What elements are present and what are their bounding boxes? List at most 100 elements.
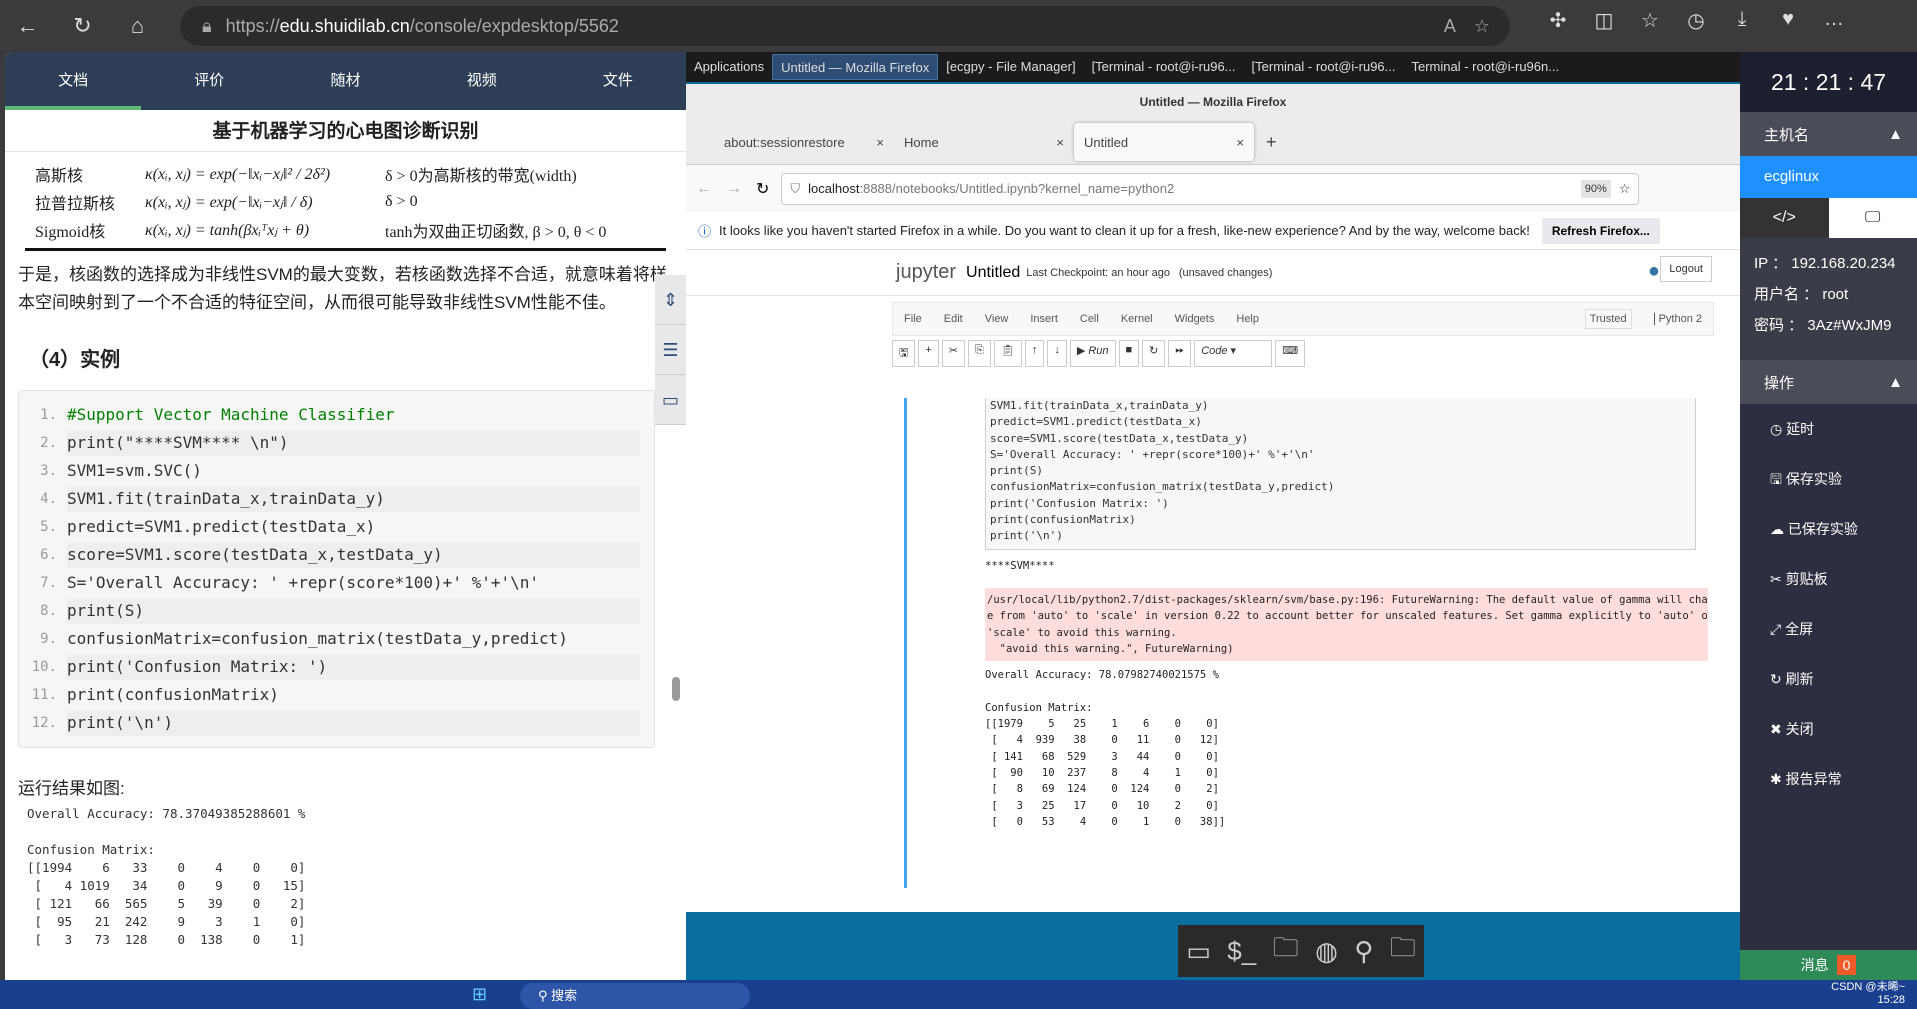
- refresh-firefox-button[interactable]: Refresh Firefox...: [1541, 217, 1660, 244]
- history-icon[interactable]: ◷: [1673, 8, 1719, 33]
- outline-icon[interactable]: ☰: [655, 325, 686, 375]
- close-icon[interactable]: ×: [1236, 135, 1244, 150]
- tab-doc[interactable]: 文档: [5, 52, 142, 110]
- search-icon[interactable]: ⚲: [1354, 936, 1373, 967]
- tab-untitled[interactable]: Untitled ×: [1074, 123, 1254, 161]
- notebook-name[interactable]: Untitled: [966, 264, 1020, 282]
- task-firefox[interactable]: Untitled — Mozilla Firefox: [772, 54, 939, 80]
- applications-menu[interactable]: Applications: [686, 54, 772, 80]
- op-clipboard[interactable]: ✂ 剪贴板: [1740, 554, 1917, 604]
- host-section-header[interactable]: 主机名 ▲: [1740, 112, 1917, 156]
- taskbar-search[interactable]: ⚲ 搜索: [520, 983, 750, 1009]
- op-save[interactable]: 🖫︎ 保存实验: [1740, 454, 1917, 504]
- task-terminal[interactable]: Terminal - root@i-ru96n...: [1404, 54, 1568, 80]
- code-line: 3. SVM1=svm.SVC(): [19, 457, 654, 485]
- op-refresh[interactable]: ↻ 刷新: [1740, 654, 1917, 704]
- task-terminal[interactable]: [Terminal - root@i-ru96...: [1244, 54, 1404, 80]
- trusted-badge[interactable]: Trusted: [1584, 309, 1632, 329]
- favorite-icon[interactable]: ☆: [1474, 16, 1490, 37]
- close-icon[interactable]: ×: [1056, 135, 1064, 150]
- monitor-icon[interactable]: 🖵︎: [1828, 198, 1917, 238]
- tab-materials[interactable]: 随材: [277, 52, 413, 110]
- jupyter-logo[interactable]: jupyter: [896, 261, 956, 284]
- bookmark-icon[interactable]: ☆: [1619, 181, 1631, 197]
- read-aloud-icon[interactable]: A: [1444, 16, 1456, 37]
- browser-icon[interactable]: ◍: [1315, 936, 1338, 967]
- move-down-icon[interactable]: ↓: [1047, 340, 1067, 367]
- remote-desktop[interactable]: Applications Untitled — Mozilla Firefox …: [686, 52, 1740, 980]
- notebook-cell[interactable]: SVM1.fit(trainData_x,trainData_y) predic…: [904, 398, 1708, 888]
- back-icon[interactable]: ←: [696, 180, 712, 198]
- code-icon[interactable]: </>: [1740, 198, 1829, 238]
- tab-files[interactable]: 文件: [550, 52, 686, 110]
- move-up-icon[interactable]: ↑: [1024, 340, 1045, 367]
- tab-sessionrestore[interactable]: about:sessionrestore ×: [714, 123, 894, 161]
- tab-review[interactable]: 评价: [141, 52, 277, 110]
- save-icon: 🖫︎: [1770, 471, 1782, 487]
- tab-video[interactable]: 视频: [414, 52, 550, 110]
- cut-icon[interactable]: ✂: [941, 340, 966, 367]
- jupyter-notebook: jupyter Untitled Last Checkpoint: an hour …: [686, 250, 1740, 912]
- code-line: 6. score=SVM1.score(testData_x,testData_y…: [19, 541, 654, 569]
- save-icon[interactable]: 🖫︎: [892, 340, 916, 367]
- logout-button[interactable]: Logout: [1660, 256, 1712, 282]
- menu-cell[interactable]: Cell: [1080, 313, 1099, 325]
- stop-icon[interactable]: ■: [1118, 340, 1140, 367]
- menu-widgets[interactable]: Widgets: [1175, 313, 1215, 325]
- paste-icon[interactable]: 📋︎: [993, 340, 1022, 367]
- zoom-level[interactable]: 90%: [1580, 179, 1611, 198]
- tab-home[interactable]: Home ×: [894, 123, 1074, 161]
- desktop-icon[interactable]: ▭: [1186, 936, 1211, 967]
- task-file-manager[interactable]: [ecgpy - File Manager]: [938, 54, 1083, 80]
- home-icon[interactable]: ⌂: [110, 13, 165, 39]
- reload-icon[interactable]: ↻: [756, 179, 769, 199]
- menu-help[interactable]: Help: [1236, 313, 1259, 325]
- health-icon[interactable]: ♥: [1765, 8, 1811, 33]
- op-delay[interactable]: ◷ 延时: [1740, 404, 1917, 454]
- cell-type-select[interactable]: Code ▾: [1194, 340, 1273, 367]
- xfce-dock: ▭ $_ 🗀︎ ◍ ⚲ 🗀︎: [1178, 925, 1424, 977]
- url-field[interactable]: ⛉ localhost:8888/notebooks/Untitled.ipynb…: [781, 172, 1640, 205]
- restart-icon[interactable]: ↻: [1142, 340, 1166, 367]
- op-close[interactable]: ✖ 关闭: [1740, 704, 1917, 754]
- windows-start-icon[interactable]: ⊞: [472, 984, 487, 1005]
- address-bar[interactable]: 🔒︎ https://edu.shuidilab.cn/console/expde…: [180, 6, 1510, 46]
- close-icon[interactable]: ×: [876, 135, 884, 150]
- menu-kernel[interactable]: Kernel: [1121, 313, 1153, 325]
- menu-view[interactable]: View: [985, 313, 1009, 325]
- firefox-nav: ← → ↻ ⛉ localhost:8888/notebooks/Untitled.i…: [686, 164, 1740, 212]
- op-report[interactable]: ✱ 报告异常: [1740, 754, 1917, 804]
- code-line: 10. print('Confusion Matrix: '): [19, 653, 654, 681]
- home-folder-icon[interactable]: 🗀︎: [1273, 929, 1299, 973]
- code-cell-input[interactable]: SVM1.fit(trainData_x,trainData_y) predic…: [985, 398, 1696, 550]
- op-saved[interactable]: ☁ 已保存实验: [1740, 504, 1917, 554]
- doc-scrollbar[interactable]: [672, 677, 680, 701]
- add-cell-icon[interactable]: +: [918, 340, 939, 367]
- download-icon[interactable]: ⤓: [1719, 8, 1765, 33]
- run-button[interactable]: ▶ Run: [1069, 340, 1116, 367]
- keyboard-icon[interactable]: ⌨: [1275, 340, 1306, 367]
- fast-forward-icon[interactable]: ⏩︎: [1168, 340, 1192, 367]
- line-number: 3.: [40, 463, 57, 479]
- extensions-icon[interactable]: ✣: [1535, 8, 1581, 33]
- split-screen-icon[interactable]: ◫: [1581, 8, 1627, 33]
- forward-icon[interactable]: →: [726, 180, 742, 198]
- back-icon[interactable]: ←: [0, 13, 55, 39]
- collapse-icon[interactable]: ⇕: [655, 275, 686, 325]
- refresh-icon[interactable]: ↻: [55, 13, 110, 39]
- folder-icon[interactable]: 🗀︎: [1390, 929, 1416, 973]
- more-icon[interactable]: …: [1811, 8, 1857, 33]
- terminal-icon[interactable]: $_: [1227, 936, 1256, 967]
- copy-icon[interactable]: ⎘: [968, 340, 991, 367]
- new-tab-icon[interactable]: +: [1266, 132, 1277, 153]
- menu-file[interactable]: File: [904, 313, 922, 325]
- task-terminal[interactable]: [Terminal - root@i-ru96...: [1084, 54, 1244, 80]
- menu-edit[interactable]: Edit: [944, 313, 963, 325]
- favorites-icon[interactable]: ☆: [1627, 8, 1673, 33]
- host-item[interactable]: ecglinux: [1740, 156, 1917, 198]
- messages-button[interactable]: 消息 0: [1740, 950, 1917, 980]
- window-icon[interactable]: ▭: [655, 375, 686, 425]
- op-fullscreen[interactable]: ⤢ 全屏: [1740, 604, 1917, 654]
- menu-insert[interactable]: Insert: [1030, 313, 1058, 325]
- ops-section-header[interactable]: 操作 ▲: [1740, 360, 1917, 404]
